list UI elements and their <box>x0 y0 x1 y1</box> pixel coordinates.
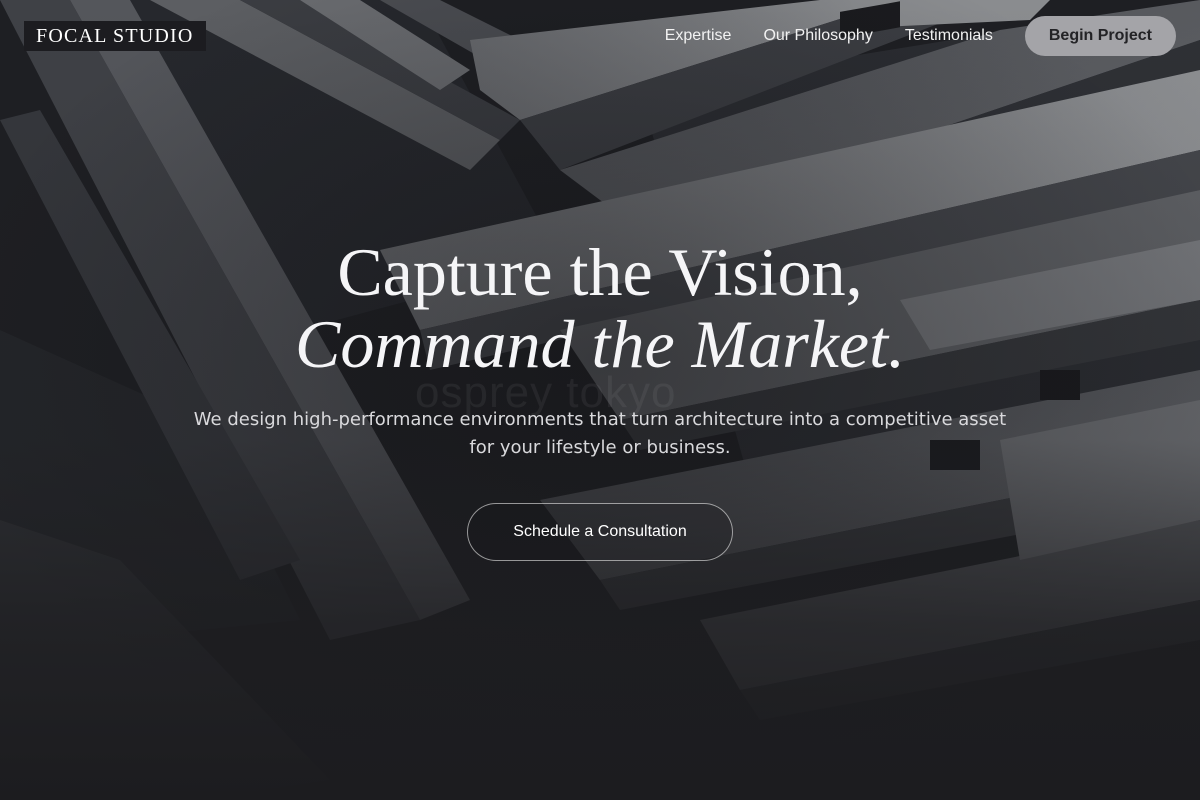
begin-project-button[interactable]: Begin Project <box>1024 16 1176 56</box>
headline-line-1: Capture the Vision, <box>337 234 863 310</box>
hero-subtitle: We design high-performance environments … <box>193 409 1007 458</box>
top-navigation: FOCAL STUDIO Expertise Our Philosophy Te… <box>0 0 1200 72</box>
schedule-consultation-button[interactable]: Schedule a Consultation <box>467 503 733 561</box>
brand-logo[interactable]: FOCAL STUDIO <box>24 21 206 51</box>
nav-link-expertise[interactable]: Expertise <box>665 27 732 45</box>
hero-headline: Capture the Vision, Command the Market. <box>0 236 1200 380</box>
nav-link-testimonials[interactable]: Testimonials <box>905 27 993 45</box>
nav-links: Expertise Our Philosophy Testimonials Be… <box>665 16 1176 56</box>
nav-link-our-philosophy[interactable]: Our Philosophy <box>763 27 872 45</box>
headline-line-2: Command the Market. <box>294 306 905 382</box>
hero-section: osprey tokyo FOCAL STUDIO Expertise Our … <box>0 0 1200 800</box>
